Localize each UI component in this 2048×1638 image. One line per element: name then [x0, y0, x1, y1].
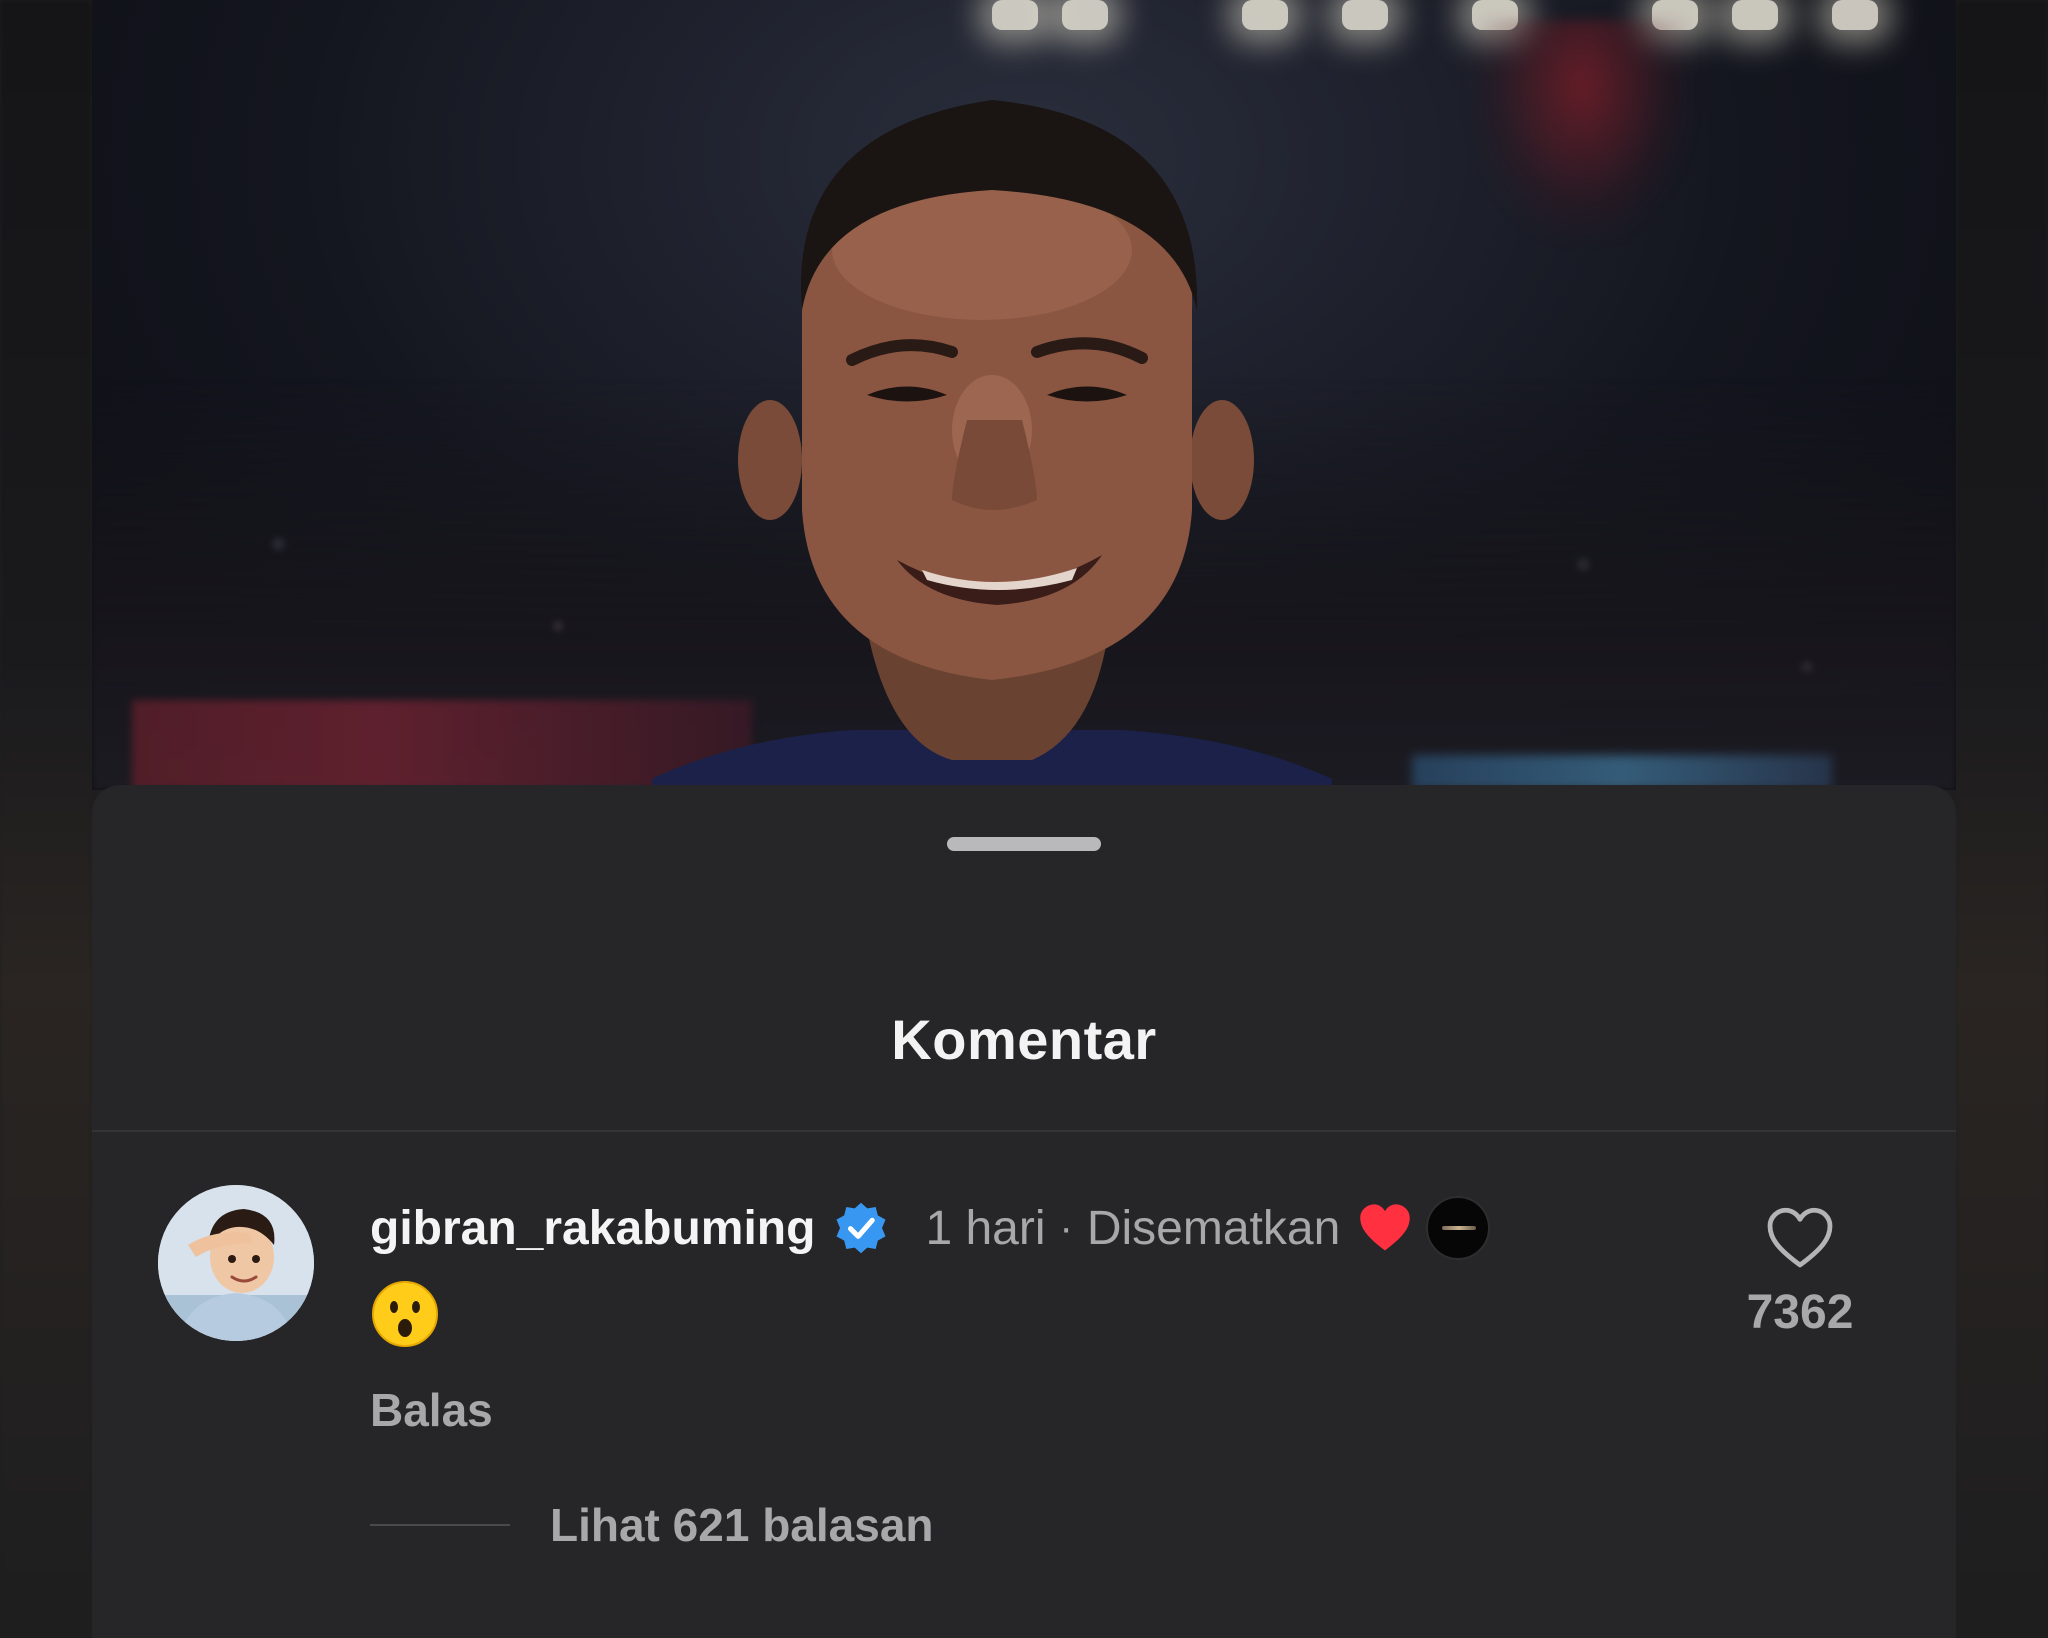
stadium-light: [1342, 0, 1388, 30]
comment-meta: gibran_rakabuming 1 hari · Disematkan: [370, 1193, 1491, 1263]
player-portrait: [652, 100, 1332, 790]
divider: [92, 1130, 1956, 1132]
cartoon-avatar-icon: [158, 1185, 314, 1341]
commenter-username[interactable]: gibran_rakabuming: [370, 1201, 815, 1256]
replies-line: [370, 1524, 510, 1526]
verified-badge-icon: [836, 1202, 886, 1254]
sheet-drag-handle[interactable]: [947, 837, 1101, 851]
blurred-gutter-right: [1956, 0, 2048, 1638]
app-screen: Komentar gibran_rakabuming 1 hari · Dise…: [0, 0, 2048, 1638]
post-photo[interactable]: [92, 0, 1956, 790]
heart-outline-icon[interactable]: [1764, 1205, 1836, 1271]
stadium-light: [992, 0, 1038, 30]
view-replies-button[interactable]: Lihat 621 balasan: [370, 1485, 934, 1565]
view-replies-label: Lihat 621 balasan: [550, 1499, 934, 1551]
like-area: 7362: [1730, 1205, 1870, 1340]
like-count: 7362: [1746, 1286, 1854, 1339]
stadium-light: [1832, 0, 1878, 30]
blurred-gutter-left: [0, 0, 92, 1638]
stadium-light: [1242, 0, 1288, 30]
red-banner: [1472, 20, 1692, 240]
heart-filled-icon: [1360, 1204, 1411, 1251]
commenter-avatar[interactable]: [158, 1185, 314, 1341]
meta-separator: ·: [1059, 1205, 1073, 1250]
comment-item: gibran_rakabuming 1 hari · Disematkan Ba…: [92, 1185, 1956, 1605]
reply-button[interactable]: Balas: [370, 1383, 493, 1437]
creator-avatar-icon: [1426, 1196, 1491, 1260]
hushed-face-emoji: [372, 1281, 438, 1347]
sheet-title: Komentar: [891, 1008, 1157, 1071]
comment-time: 1 hari: [925, 1201, 1046, 1255]
stadium-light: [1062, 0, 1108, 30]
stadium-light: [1732, 0, 1778, 30]
pinned-label: Disematkan: [1086, 1201, 1341, 1255]
comments-sheet: Komentar gibran_rakabuming 1 hari · Dise…: [92, 785, 1956, 1638]
